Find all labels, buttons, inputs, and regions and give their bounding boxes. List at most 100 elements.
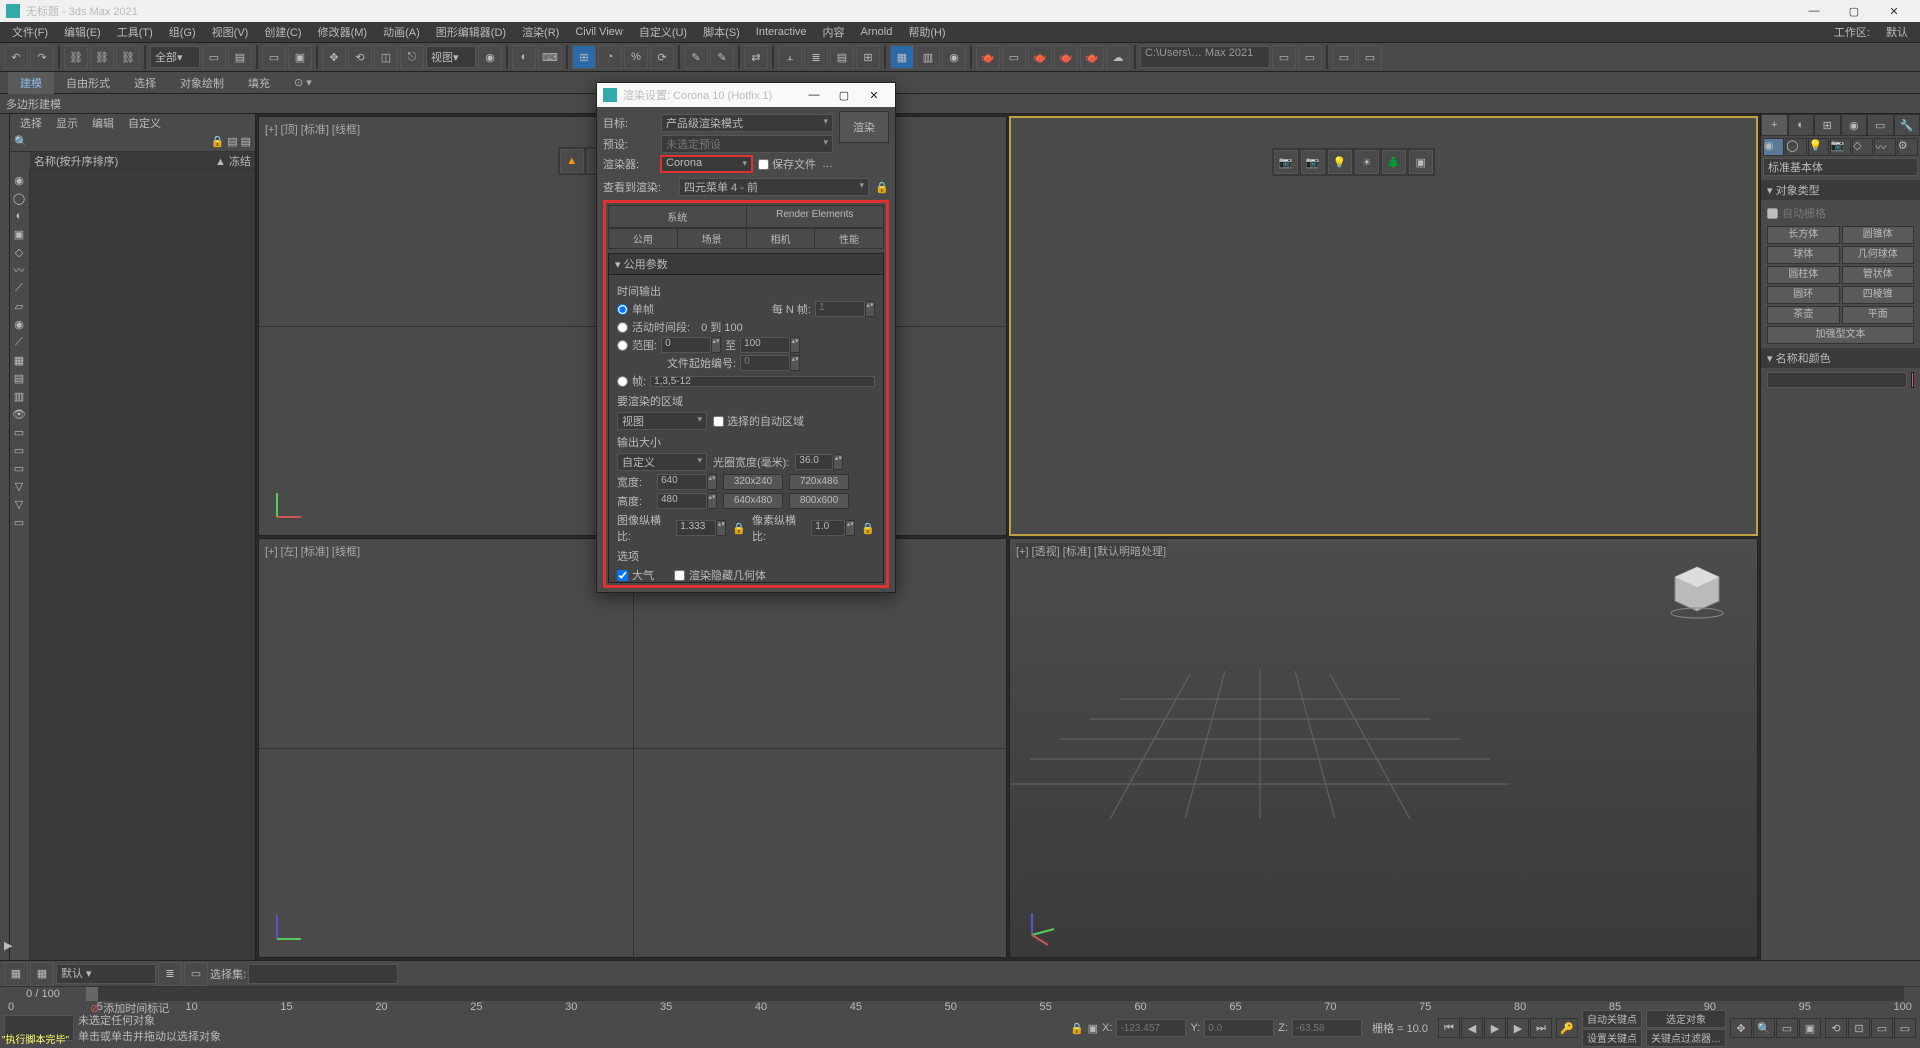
select-button[interactable]: ▭ <box>202 45 226 69</box>
menu-script[interactable]: 脚本(S) <box>695 22 748 42</box>
timetag-label[interactable]: 添加时间标记 <box>103 1000 169 1016</box>
window-crossing-button[interactable]: ▣ <box>288 45 312 69</box>
next-frame[interactable]: ▶ <box>1507 1018 1529 1038</box>
filebase-field[interactable]: 0 <box>740 355 790 371</box>
scene-menu-display[interactable]: 显示 <box>50 115 84 131</box>
preset-dropdown[interactable]: 未选定预设 <box>661 135 833 153</box>
range-to[interactable]: 100 <box>740 337 790 353</box>
ribbon-expand-icon[interactable]: ⊙ ▾ <box>294 76 312 89</box>
dialog-maximize[interactable]: ▢ <box>829 83 859 107</box>
prim-box[interactable]: 长方体 <box>1767 226 1840 244</box>
filter-geom-icon[interactable]: ◉ <box>10 172 28 188</box>
menu-animation[interactable]: 动画(A) <box>375 22 428 42</box>
key-filter[interactable]: 关键点过滤器… <box>1646 1029 1726 1047</box>
scene-menu-select[interactable]: 选择 <box>14 115 48 131</box>
target-dropdown[interactable]: 产品级渲染模式 <box>661 114 833 132</box>
render-iterative[interactable]: 🫖 <box>1054 45 1078 69</box>
place-button[interactable]: ⎋ <box>400 45 424 69</box>
cmd-modify-tab[interactable]: ◐ <box>1788 114 1815 136</box>
filter-shape-icon[interactable]: ◯ <box>10 190 28 206</box>
tab-renderelements[interactable]: Render Elements <box>747 206 884 227</box>
area-dropdown[interactable]: 视图 <box>617 412 707 430</box>
nav-orbit[interactable]: ⟲ <box>1825 1018 1847 1038</box>
menu-grapheditors[interactable]: 图形编辑器(D) <box>428 22 514 42</box>
filter-h-icon[interactable]: ▭ <box>10 424 28 440</box>
filter-helper-icon[interactable]: ◇ <box>10 244 28 260</box>
menu-edit[interactable]: 编辑(E) <box>56 22 109 42</box>
filter-c-icon[interactable]: ⟋ <box>10 334 28 350</box>
lock-aspect-icon[interactable]: 🔒 <box>732 522 746 535</box>
menu-create[interactable]: 创建(C) <box>256 22 309 42</box>
time-thumb[interactable] <box>86 987 98 1001</box>
viewport-strip[interactable] <box>0 114 10 960</box>
cmd-hierarchy-tab[interactable]: ⊞ <box>1814 114 1841 136</box>
tab-common[interactable]: 公用 <box>609 229 678 248</box>
vp-light-icon[interactable]: 💡 <box>1328 150 1352 174</box>
material-editor[interactable]: ◉ <box>942 45 966 69</box>
render-production[interactable]: 🫖 <box>1028 45 1052 69</box>
selection-set-dropdown[interactable] <box>248 964 398 984</box>
lock-pixaspect-icon[interactable]: 🔒 <box>861 522 875 535</box>
isolate-icon2[interactable]: ▣ <box>1088 1022 1098 1035</box>
select-name-button[interactable]: ▤ <box>228 45 252 69</box>
key-mode-icon[interactable]: 🔑 <box>1556 1018 1578 1038</box>
cat-light-icon[interactable]: 💡 <box>1808 138 1829 156</box>
filter-g-icon[interactable]: 👁 <box>10 406 28 422</box>
save-file-check[interactable] <box>758 159 769 170</box>
named-sel[interactable]: ✎ <box>684 45 708 69</box>
prim-cone[interactable]: 圆锥体 <box>1842 226 1915 244</box>
prim-torus[interactable]: 圆环 <box>1767 286 1840 304</box>
autokey-button[interactable]: 自动关键点 <box>1582 1010 1642 1028</box>
preset-320x240[interactable]: 320x240 <box>723 474 783 490</box>
lock-view-icon[interactable]: 🔒 <box>875 181 889 194</box>
radio-frames[interactable] <box>617 376 628 387</box>
range-from[interactable]: 0 <box>661 337 711 353</box>
dialog-minimize[interactable]: — <box>799 83 829 107</box>
tab-scene[interactable]: 场景 <box>678 229 747 248</box>
nav-pan[interactable]: ✥ <box>1730 1018 1752 1038</box>
goto-end[interactable]: ⏭ <box>1530 1018 1552 1038</box>
view2-icon[interactable]: ▤ <box>241 135 251 148</box>
selection-filter[interactable]: 全部 ▾ <box>150 46 200 68</box>
isolate-icon[interactable]: ▭ <box>184 962 208 986</box>
play[interactable]: ▶ <box>1484 1018 1506 1038</box>
cmd-motion-tab[interactable]: ◉ <box>1841 114 1868 136</box>
layers-icon[interactable]: ≣ <box>158 962 182 986</box>
nav-fov[interactable]: ▭ <box>1776 1018 1798 1038</box>
menu-view[interactable]: 视图(V) <box>204 22 257 42</box>
radio-range[interactable] <box>617 340 628 351</box>
cmd-utility-tab[interactable]: 🔧 <box>1894 114 1920 136</box>
link-button[interactable]: ⛓ <box>64 45 88 69</box>
filter-light-icon[interactable]: ◐ <box>10 208 28 224</box>
menu-tools[interactable]: 工具(T) <box>109 22 161 42</box>
curve-editor[interactable]: ⊞ <box>856 45 880 69</box>
lock-sel-icon[interactable]: 🔒 <box>1070 1022 1084 1035</box>
refcoord-dropdown[interactable]: 视图 ▾ <box>426 46 476 68</box>
cat-helper-icon[interactable]: ◇ <box>1852 138 1873 156</box>
cat-sys-icon[interactable]: ⚙ <box>1897 138 1918 156</box>
cat-geom-icon[interactable]: ◉ <box>1763 138 1784 156</box>
scene-column-header[interactable]: 名称(按升序排序) ▲ 冻结 <box>30 152 255 170</box>
coord-y[interactable] <box>1204 1019 1274 1037</box>
prim-plane[interactable]: 平面 <box>1842 306 1915 324</box>
filter-l-icon[interactable]: ▽ <box>10 496 28 512</box>
snap-toggle[interactable]: ⊞ <box>572 45 596 69</box>
opt-hidden[interactable] <box>674 570 685 581</box>
vp-cam1-icon[interactable]: 📷 <box>1274 150 1298 174</box>
filter-cam-icon[interactable]: ▣ <box>10 226 28 242</box>
redo-button[interactable]: ↷ <box>30 45 54 69</box>
menu-interactive[interactable]: Interactive <box>748 24 815 40</box>
menu-modifiers[interactable]: 修改器(M) <box>310 22 376 42</box>
align-button[interactable]: ⫠ <box>778 45 802 69</box>
prohibit-icon[interactable]: ⊘ <box>90 1002 99 1015</box>
vp-sun-icon[interactable]: ☀ <box>1355 150 1379 174</box>
schematic-view[interactable]: ▥ <box>916 45 940 69</box>
unlink-button[interactable]: ⛓ <box>90 45 114 69</box>
tool-d[interactable]: ▭ <box>1358 45 1382 69</box>
viewport-layout2[interactable]: ▦ <box>30 962 54 986</box>
prim-pyramid[interactable]: 四棱锥 <box>1842 286 1915 304</box>
coord-z[interactable] <box>1292 1019 1362 1037</box>
renderer-dropdown[interactable]: Corona <box>660 155 753 173</box>
rotate-button[interactable]: ⟲ <box>348 45 372 69</box>
maximize-button[interactable]: ▢ <box>1834 0 1874 22</box>
